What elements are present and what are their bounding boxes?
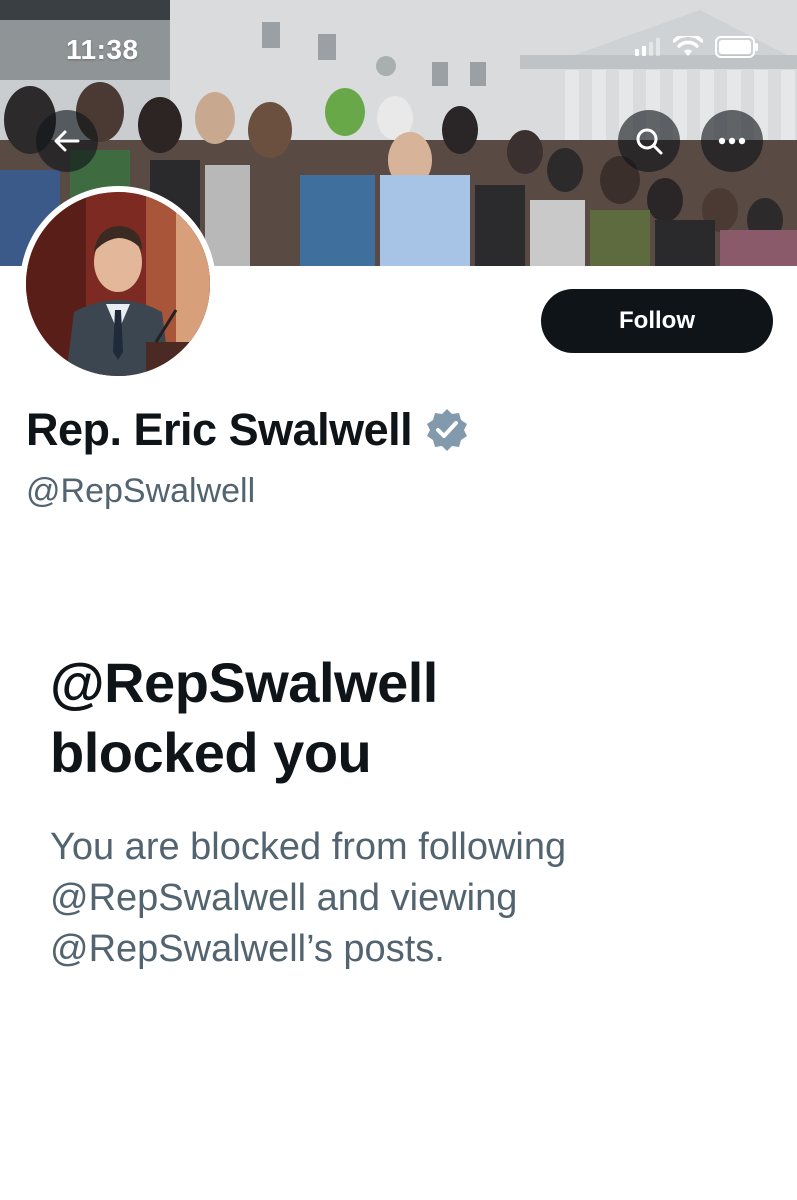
verified-badge-icon[interactable] [424, 407, 470, 453]
blocked-title-line1: @RepSwalwell [50, 651, 438, 714]
avatar-photo [26, 192, 210, 376]
search-button[interactable] [618, 110, 680, 172]
blocked-description-line2: @RepSwalwell and viewing [50, 877, 518, 919]
display-name-row: Rep. Eric Swalwell [26, 404, 470, 456]
status-time: 11:38 [66, 34, 139, 65]
profile-page: 11:38 Follow Rep. Eric Swalwell @RepSwal… [0, 0, 797, 1200]
avatar-image [26, 192, 210, 376]
battery-icon [715, 36, 758, 58]
status-icons [635, 36, 759, 58]
back-button[interactable] [36, 110, 98, 172]
arrow-left-icon [54, 130, 80, 152]
more-options-button[interactable] [701, 110, 763, 172]
display-name: Rep. Eric Swalwell [26, 404, 413, 455]
profile-avatar[interactable] [20, 186, 216, 382]
wifi-icon [673, 36, 703, 56]
follow-button[interactable]: Follow [541, 289, 773, 353]
blocked-title: @RepSwalwell blocked you [50, 648, 750, 788]
blocked-description-line1: You are blocked from following [50, 826, 567, 868]
cellular-signal-icon [635, 38, 660, 56]
blocked-title-line2: blocked you [50, 721, 372, 784]
search-icon [636, 128, 663, 155]
profile-handle: @RepSwalwell [26, 472, 256, 510]
more-horizontal-icon [718, 137, 746, 145]
blocked-description: You are blocked from following @RepSwalw… [50, 822, 750, 975]
blocked-description-line3: @RepSwalwell’s posts. [50, 928, 445, 970]
